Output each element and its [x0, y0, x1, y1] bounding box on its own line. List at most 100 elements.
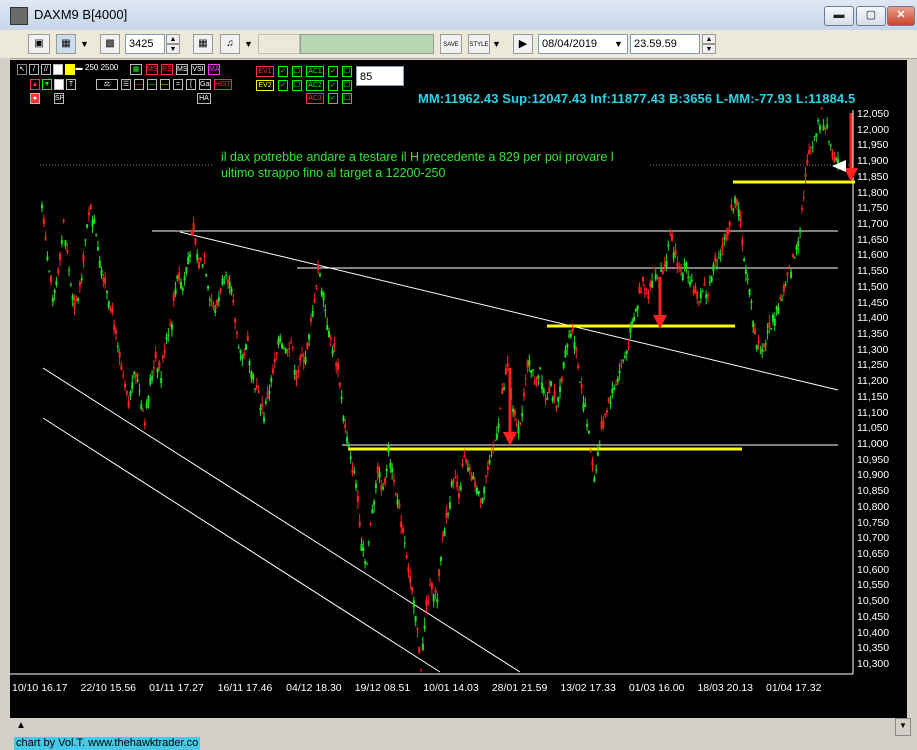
window-title: DAXM9 B[4000]	[34, 7, 128, 22]
green-marker-icon[interactable]: ▼	[42, 79, 52, 90]
balance-icon[interactable]: ⚖	[96, 79, 118, 90]
annotation-line-2: ultimo strappo fino al target a 12200-25…	[221, 166, 446, 180]
bars-count-input[interactable]: 3425	[125, 34, 165, 54]
ac3-toggle-icon[interactable]: ☐	[342, 93, 352, 104]
ac1-settings-icon[interactable]: ✓	[328, 66, 338, 77]
y-tick-label: 11,750	[857, 202, 889, 215]
x-tick-label: 01/04 17.32	[766, 682, 822, 694]
ac2-settings-icon[interactable]: ✓	[328, 80, 338, 91]
y-tick-label: 10,900	[857, 469, 890, 482]
text-tool-icon[interactable]: T	[66, 79, 76, 90]
close-button[interactable]: ✕	[887, 6, 915, 26]
time-field[interactable]: 23.59.59	[630, 34, 700, 54]
blank-tool-icon[interactable]	[53, 64, 63, 75]
scroll-right-icon[interactable]: ▼	[895, 718, 911, 736]
ev2-toggle-icon[interactable]: ☐	[292, 80, 302, 91]
chart-icon[interactable]: ▦	[193, 34, 213, 54]
x-tick-label: 13/02 17.33	[560, 682, 616, 694]
period-input[interactable]: 85	[356, 66, 404, 86]
time-spin-up[interactable]: ▲	[702, 34, 716, 44]
y-tick-label: 11,950	[857, 139, 889, 152]
play-button[interactable]: ▶	[513, 34, 533, 54]
ev1-button[interactable]: EV1	[256, 66, 274, 77]
scroll-left-icon[interactable]: ▲	[16, 720, 26, 731]
white-box-icon[interactable]	[54, 79, 64, 90]
indicator-rs-button[interactable]: RS	[161, 64, 173, 75]
sound-icon[interactable]: ♫	[220, 34, 240, 54]
y-tick-label: 11,800	[857, 186, 889, 199]
style-button[interactable]: STYLE	[468, 34, 490, 54]
ac2-toggle-icon[interactable]: ☐	[342, 80, 352, 91]
line-tool-icon[interactable]: /	[29, 64, 39, 75]
hist-button[interactable]: HIST	[214, 79, 232, 90]
bar-style-icon[interactable]: ☰	[121, 79, 131, 90]
y-tick-label: 11,650	[857, 233, 889, 246]
params-label: 250 2500	[85, 63, 119, 72]
x-tick-label: 10/01 14.03	[423, 682, 479, 694]
y-tick-label: 11,150	[857, 390, 889, 403]
time-spin-down[interactable]: ▼	[702, 44, 716, 54]
maximize-button[interactable]: ▢	[856, 6, 886, 26]
bracket-icon[interactable]: [	[186, 79, 196, 90]
cursor-tool-icon[interactable]: ↖	[17, 64, 27, 75]
title-bar: DAXM9 B[4000] ▬ ▢ ✕	[0, 0, 917, 31]
equal-icon[interactable]: =	[173, 79, 183, 90]
app-icon	[10, 7, 28, 25]
red-line-icon[interactable]: —	[134, 79, 144, 90]
y-tick-label: 10,550	[857, 579, 890, 592]
y-tick-label: 11,450	[857, 296, 889, 309]
y-tick-label: 11,400	[857, 312, 889, 325]
ev1-settings-icon[interactable]: ✓	[278, 66, 288, 77]
minimize-button[interactable]: ▬	[824, 6, 854, 26]
sound-dropdown-icon[interactable]: ▼	[244, 34, 253, 54]
y-tick-label: 10,650	[857, 548, 890, 560]
ac2-button[interactable]: AC2	[306, 80, 324, 91]
indicator-vsi-button[interactable]: VSI	[191, 64, 205, 75]
chart-type-dropdown-icon[interactable]: ▼	[80, 34, 89, 54]
ev2-button[interactable]: EV2	[256, 80, 274, 91]
x-tick-label: 01/11 17.27	[149, 682, 204, 694]
ac1-button[interactable]: AC1	[306, 66, 324, 77]
channel-tool-icon[interactable]: //	[41, 64, 51, 75]
y-tick-label: 11,500	[857, 280, 889, 293]
ev1-toggle-icon[interactable]: ☐	[292, 66, 302, 77]
y-tick-label: 10,400	[857, 626, 890, 639]
save-icon[interactable]: ▣	[28, 34, 50, 54]
sp-button[interactable]: SP	[54, 93, 64, 104]
red-marker-icon[interactable]: ▲	[30, 79, 40, 90]
status-panel	[300, 34, 434, 54]
y-tick-label: 12,000	[857, 123, 890, 136]
green-line-icon[interactable]: —	[147, 79, 157, 90]
highlight-tool-icon[interactable]	[65, 64, 75, 75]
y-tick-label: 11,300	[857, 343, 889, 356]
save-style-button[interactable]: SAVE	[440, 34, 462, 54]
sp-red-icon[interactable]: ●	[30, 93, 40, 104]
ac3-settings-icon[interactable]: ✓	[328, 93, 338, 104]
bars-spin-up[interactable]: ▲	[166, 34, 180, 44]
grid-toggle-icon[interactable]: ▦	[130, 64, 142, 75]
ac1-toggle-icon[interactable]: ☐	[342, 66, 352, 77]
bars-spin-down[interactable]: ▼	[166, 44, 180, 54]
chart-type-icon[interactable]: ▦	[56, 34, 76, 54]
yellow-line-icon[interactable]: —	[160, 79, 170, 90]
calculator-icon[interactable]: ▩	[100, 34, 120, 54]
gap-button[interactable]: Gap	[199, 79, 211, 90]
date-dropdown-icon[interactable]: ▼	[614, 34, 623, 54]
ev2-settings-icon[interactable]: ✓	[278, 80, 288, 91]
y-tick-label: 10,350	[857, 642, 890, 655]
style-dropdown-icon[interactable]: ▼	[492, 34, 501, 54]
y-tick-label: 10,300	[857, 658, 890, 670]
indicator-ms-button[interactable]: MS	[146, 64, 158, 75]
ha-button[interactable]: HA	[197, 93, 211, 104]
ac3-button[interactable]: AC3	[306, 93, 324, 104]
left-frame	[0, 58, 10, 750]
x-tick-label: 01/03 16.00	[628, 682, 685, 694]
indicator-ms2-button[interactable]: MS	[176, 64, 188, 75]
x-tick-label: 19/12 08.51	[354, 682, 411, 694]
toolbar: ▣ ▦ ▼ ▩ 3425 ▲ ▼ ▦ ♫ ▼ SAVE STYLE ▼ ▶ 08…	[0, 30, 917, 59]
x-tick-label: 22/10 15.56	[80, 682, 136, 694]
annotation-line-1: il dax potrebbe andare a testare il H pr…	[221, 150, 614, 164]
fill-tool-icon[interactable]: ▬	[75, 64, 83, 75]
indicator-ma-button[interactable]: MA	[208, 64, 220, 75]
y-tick-label: 11,200	[857, 375, 889, 388]
